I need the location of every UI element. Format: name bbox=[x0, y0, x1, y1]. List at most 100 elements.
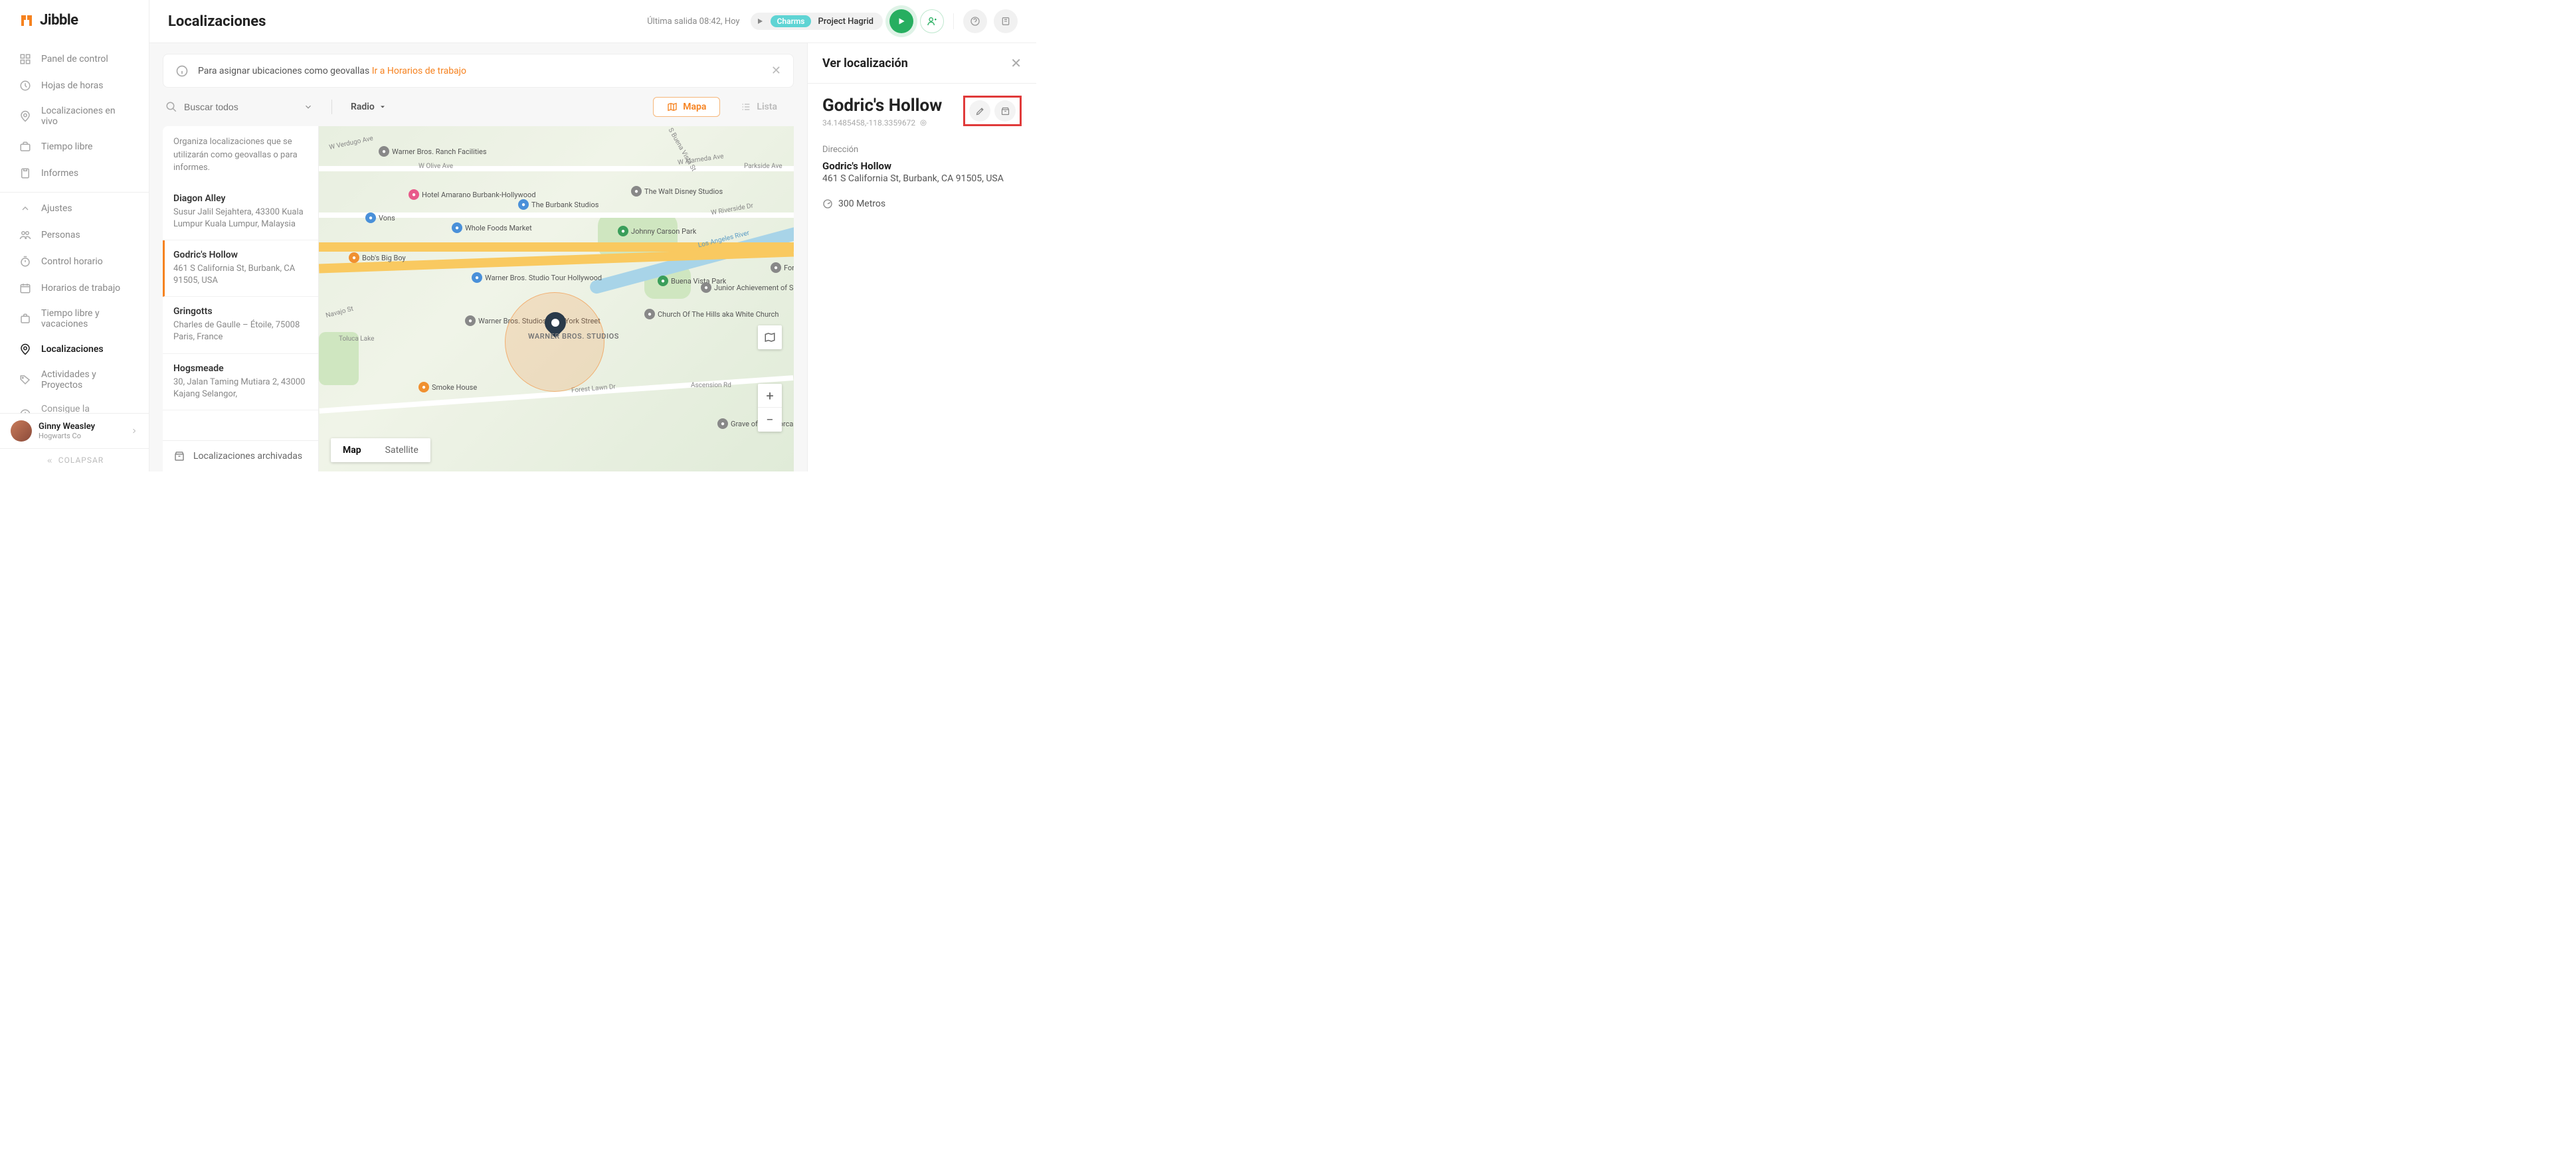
map-canvas[interactable]: W Verdugo Ave W Olive Ave W Alameda Ave … bbox=[319, 126, 794, 471]
location-item[interactable]: Godric's Hollow 461 S California St, Bur… bbox=[163, 240, 318, 297]
clock-in-button[interactable] bbox=[889, 9, 913, 33]
nav-horarios-de-trabajo[interactable]: Horarios de trabajo bbox=[0, 275, 149, 301]
user-company: Hogwarts Co bbox=[39, 432, 124, 440]
nav-hojas-de-horas[interactable]: Hojas de horas bbox=[0, 72, 149, 99]
pencil-icon bbox=[975, 106, 985, 116]
map-icon bbox=[667, 102, 678, 112]
zoom-in-button[interactable]: + bbox=[758, 384, 782, 408]
nav-panel-de-control[interactable]: Panel de control bbox=[0, 46, 149, 72]
map-poi[interactable]: ●Warner Bros. Studio Tour Hollywood bbox=[472, 272, 602, 283]
map-poi[interactable]: ●Hotel Amarano Burbank-Hollywood bbox=[409, 189, 536, 200]
chevron-down-icon[interactable] bbox=[304, 102, 313, 112]
chevron-up-icon bbox=[19, 202, 32, 215]
nav-label: Hojas de horas bbox=[41, 80, 103, 91]
map-poi[interactable]: ●Warner Bros. Ranch Facilities bbox=[379, 146, 487, 157]
location-icon bbox=[19, 343, 32, 356]
map-poi[interactable]: ●The Burbank Studios bbox=[518, 199, 598, 210]
nav-label: Tiempo libre y vacaciones bbox=[41, 308, 130, 329]
play-icon bbox=[756, 17, 764, 25]
nav-localizaciones-en-vivo[interactable]: Localizaciones en vivo bbox=[0, 99, 149, 133]
map-poi[interactable]: ●Forest Lawn bbox=[771, 262, 794, 273]
header: Localizaciones Última salida 08:42, Hoy … bbox=[149, 0, 1036, 43]
nav-tiempo-libre[interactable]: Tiempo libre bbox=[0, 133, 149, 160]
detail-close-button[interactable]: ✕ bbox=[1010, 55, 1022, 71]
detail-panel: Ver localización ✕ Godric's Hollow 34.14… bbox=[807, 43, 1036, 471]
radio-filter[interactable]: Radio bbox=[351, 102, 387, 112]
view-map-button[interactable]: Mapa bbox=[653, 97, 720, 117]
map-type-satellite[interactable]: Satellite bbox=[373, 438, 430, 462]
tag-icon bbox=[19, 373, 32, 386]
banner-link[interactable]: Ir a Horarios de trabajo bbox=[372, 66, 466, 76]
list-icon bbox=[741, 102, 751, 112]
locations-panel: Organiza localizaciones que se utilizará… bbox=[163, 126, 319, 471]
notifications-button[interactable] bbox=[994, 9, 1018, 33]
map-type-map[interactable]: Map bbox=[331, 438, 373, 462]
logo-text: Jibble bbox=[40, 12, 78, 29]
map-layers-button[interactable] bbox=[758, 325, 782, 349]
archive-button[interactable] bbox=[994, 100, 1016, 122]
info-icon bbox=[175, 64, 189, 78]
search-icon bbox=[165, 101, 177, 113]
help-button[interactable] bbox=[963, 9, 987, 33]
info-banner: Para asignar ubicaciones como geovallas … bbox=[163, 54, 794, 88]
map-poi[interactable]: ●Whole Foods Market bbox=[452, 222, 532, 233]
user-block[interactable]: Ginny Weasley Hogwarts Co bbox=[0, 413, 149, 448]
map-poi[interactable]: ●Smoke House bbox=[418, 382, 477, 392]
banner-text: Para asignar ubicaciones como geovallas … bbox=[198, 66, 466, 76]
archive-icon bbox=[173, 450, 185, 462]
nav-personas[interactable]: Personas bbox=[0, 222, 149, 248]
logo-icon bbox=[19, 13, 35, 29]
nav-label: Horarios de trabajo bbox=[41, 283, 120, 294]
nav-control-horario[interactable]: Control horario bbox=[0, 248, 149, 275]
logo[interactable]: Jibble bbox=[0, 0, 149, 41]
address-name: Godric's Hollow bbox=[822, 160, 1022, 172]
zoom-out-button[interactable]: − bbox=[758, 408, 782, 432]
address-label: Dirección bbox=[822, 145, 1022, 155]
nav-tiempo-libre-vacaciones[interactable]: Tiempo libre y vacaciones bbox=[0, 301, 149, 336]
location-item[interactable]: Hogsmeade 30, Jalan Taming Mutiara 2, 43… bbox=[163, 354, 318, 410]
timer-chip[interactable]: Charms Project Hagrid bbox=[751, 13, 883, 30]
banner-close[interactable]: ✕ bbox=[771, 64, 781, 78]
nav-label: Ajustes bbox=[41, 203, 72, 214]
map-poi[interactable]: ●Grave of Jeff Porcaro bbox=[717, 418, 794, 429]
pin-icon bbox=[19, 110, 32, 123]
nav-localizaciones[interactable]: Localizaciones bbox=[0, 336, 149, 363]
map-poi[interactable]: ●Bob's Big Boy bbox=[349, 252, 406, 263]
download-icon bbox=[19, 408, 32, 413]
timer-icon bbox=[19, 255, 32, 268]
archived-locations[interactable]: Localizaciones archivadas bbox=[163, 440, 318, 471]
map-poi[interactable]: ●Vons bbox=[365, 212, 395, 223]
avatar bbox=[11, 420, 32, 442]
edit-button[interactable] bbox=[969, 100, 990, 122]
location-item[interactable]: Diagon Alley Susur Jalil Sejahtera, 4330… bbox=[163, 184, 318, 240]
map-poi[interactable]: ●Junior Achievement of Southern Californ… bbox=[701, 282, 794, 293]
nav-consigue-app[interactable]: Consigue la aplicación bbox=[0, 397, 149, 413]
add-person-button[interactable] bbox=[920, 9, 944, 33]
detail-head-title: Ver localización bbox=[822, 56, 908, 70]
main: Localizaciones Última salida 08:42, Hoy … bbox=[149, 0, 1036, 471]
briefcase-icon bbox=[19, 140, 32, 153]
nav-label: Personas bbox=[41, 230, 80, 240]
view-list-button[interactable]: Lista bbox=[727, 97, 791, 117]
address-full: 461 S California St, Burbank, CA 91505, … bbox=[822, 173, 1022, 184]
map-poi[interactable]: ●Johnny Carson Park bbox=[618, 226, 696, 236]
nav-label: Consigue la aplicación bbox=[41, 404, 130, 413]
map-poi[interactable]: ●The Walt Disney Studios bbox=[631, 186, 723, 197]
collapse-button[interactable]: COLAPSAR bbox=[0, 448, 149, 471]
user-name: Ginny Weasley bbox=[39, 422, 124, 432]
nav-label: Tiempo libre bbox=[41, 141, 93, 152]
zoom-controls: + − bbox=[758, 384, 782, 432]
nav-label: Localizaciones bbox=[41, 344, 104, 355]
map-poi[interactable]: ●Church Of The Hills aka White Church bbox=[644, 309, 779, 319]
project-name: Project Hagrid bbox=[818, 17, 874, 27]
search-input[interactable] bbox=[184, 102, 277, 112]
archive-icon bbox=[1000, 106, 1010, 116]
nav-informes[interactable]: Informes bbox=[0, 160, 149, 187]
location-item[interactable]: Gringotts Charles de Gaulle – Étoile, 75… bbox=[163, 297, 318, 353]
detail-location-name: Godric's Hollow bbox=[822, 96, 942, 116]
nav-ajustes[interactable]: Ajustes bbox=[0, 195, 149, 222]
dashboard-icon bbox=[19, 52, 32, 66]
locations-list[interactable]: Diagon Alley Susur Jalil Sejahtera, 4330… bbox=[163, 184, 318, 441]
nav-actividades-proyectos[interactable]: Actividades y Proyectos bbox=[0, 363, 149, 397]
people-icon bbox=[19, 228, 32, 242]
